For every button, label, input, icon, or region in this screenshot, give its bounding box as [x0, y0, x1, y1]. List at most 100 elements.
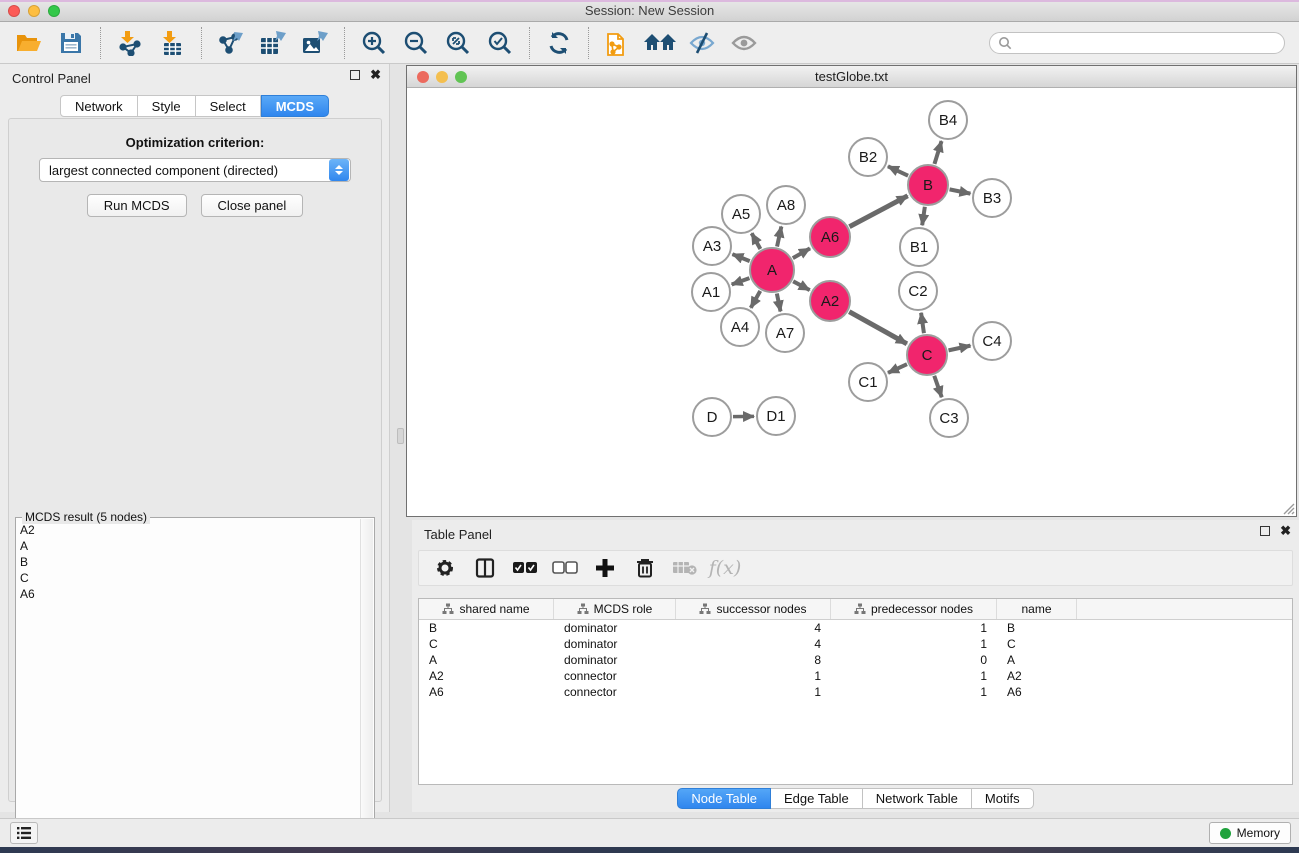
graph-node-A[interactable]: A	[750, 248, 794, 292]
resize-grip-icon[interactable]	[1281, 501, 1295, 515]
graph-node-A6[interactable]: A6	[810, 217, 850, 257]
show-columns-button[interactable]	[467, 553, 503, 583]
memory-button[interactable]: Memory	[1209, 822, 1291, 844]
edge-B-B2[interactable]	[888, 166, 908, 175]
edge-A-A3[interactable]	[732, 254, 749, 261]
edge-B-B3[interactable]	[950, 189, 971, 193]
graph-node-A2[interactable]: A2	[810, 281, 850, 321]
result-list-item[interactable]: B	[20, 554, 358, 570]
tab-motifs[interactable]: Motifs	[972, 788, 1034, 809]
edge-A6-B[interactable]	[849, 196, 907, 227]
graph-node-B[interactable]: B	[908, 165, 948, 205]
select-all-button[interactable]	[507, 553, 543, 583]
tab-network-table[interactable]: Network Table	[863, 788, 972, 809]
table-row[interactable]: Cdominator41C	[419, 636, 1292, 652]
zoom-in-button[interactable]	[353, 25, 395, 61]
graph-node-A3[interactable]: A3	[693, 227, 731, 265]
edge-A-A7[interactable]	[777, 294, 781, 312]
open-file-button[interactable]	[8, 25, 50, 61]
tab-network[interactable]: Network	[60, 95, 138, 117]
graph-node-A8[interactable]: A8	[767, 186, 805, 224]
result-scrollbar[interactable]	[360, 519, 373, 853]
run-mcds-button[interactable]: Run MCDS	[87, 194, 187, 217]
column-header-predecessor-nodes[interactable]: predecessor nodes	[831, 599, 997, 619]
close-table-panel-icon[interactable]: ✖	[1280, 526, 1291, 536]
deselect-all-button[interactable]	[547, 553, 583, 583]
graph-node-A4[interactable]: A4	[721, 308, 759, 346]
tab-mcds[interactable]: MCDS	[261, 95, 329, 117]
graph-node-A1[interactable]: A1	[692, 273, 730, 311]
zoom-out-button[interactable]	[395, 25, 437, 61]
tab-node-table[interactable]: Node Table	[677, 788, 771, 809]
graph-node-B4[interactable]: B4	[929, 101, 967, 139]
search-input[interactable]	[1017, 36, 1276, 50]
result-list-item[interactable]: A2	[20, 522, 358, 538]
graph-node-A7[interactable]: A7	[766, 314, 804, 352]
edge-A-A8[interactable]	[777, 227, 781, 247]
network-window-titlebar[interactable]: testGlobe.txt	[407, 66, 1296, 88]
edge-B-B4[interactable]	[934, 141, 941, 164]
edge-A-A5[interactable]	[752, 233, 761, 249]
graph-node-C3[interactable]: C3	[930, 399, 968, 437]
graph-node-A5[interactable]: A5	[722, 195, 760, 233]
close-panel-button[interactable]: Close panel	[201, 194, 304, 217]
import-table-button[interactable]	[151, 25, 193, 61]
table-row[interactable]: Adominator80A	[419, 652, 1292, 668]
edge-A-A4[interactable]	[751, 291, 760, 308]
column-header-shared-name[interactable]: shared name	[419, 599, 554, 619]
table-row[interactable]: Bdominator41B	[419, 620, 1292, 636]
graph-node-C[interactable]: C	[907, 335, 947, 375]
zoom-fit-button[interactable]	[437, 25, 479, 61]
edge-B-B1[interactable]	[922, 207, 925, 225]
graph-node-D[interactable]: D	[693, 398, 731, 436]
network-graph[interactable]: B4 B2 B B3 A8A5 A6 A3 B1 A A1 C2 A2 A4A7 C4 C C1 C3 D D1	[407, 88, 1296, 516]
edge-A-A1[interactable]	[732, 278, 750, 284]
result-list-item[interactable]: A6	[20, 586, 358, 602]
table-row[interactable]: A2connector11A2	[419, 668, 1292, 684]
float-table-panel-icon[interactable]	[1260, 526, 1270, 536]
column-header-successor-nodes[interactable]: successor nodes	[676, 599, 831, 619]
hide-graphics-details-button[interactable]	[681, 25, 723, 61]
zoom-selected-button[interactable]	[479, 25, 521, 61]
graph-node-D1[interactable]: D1	[757, 397, 795, 435]
node-table[interactable]: shared nameMCDS rolesuccessor nodesprede…	[418, 598, 1293, 785]
graph-node-C1[interactable]: C1	[849, 363, 887, 401]
show-graphics-details-button[interactable]	[723, 25, 765, 61]
tab-edge-table[interactable]: Edge Table	[771, 788, 863, 809]
add-column-button[interactable]	[587, 553, 623, 583]
delete-columns-button[interactable]	[627, 553, 663, 583]
column-header-name[interactable]: name	[997, 599, 1077, 619]
edge-C-C2[interactable]	[921, 313, 924, 333]
edge-A2-C[interactable]	[849, 312, 907, 344]
criterion-dropdown[interactable]: largest connected component (directed)	[39, 158, 351, 182]
graph-node-C4[interactable]: C4	[973, 322, 1011, 360]
mcds-result-list[interactable]: A2ABCA6	[20, 522, 358, 852]
edge-A-A6[interactable]	[793, 248, 810, 258]
edge-C-C1[interactable]	[888, 364, 907, 373]
network-canvas[interactable]: B4 B2 B B3 A8A5 A6 A3 B1 A A1 C2 A2 A4A7 C4 C C1 C3 D D1	[407, 88, 1296, 516]
save-session-button[interactable]	[50, 25, 92, 61]
result-list-item[interactable]: A	[20, 538, 358, 554]
panel-menu-button[interactable]	[10, 822, 38, 844]
graph-node-B3[interactable]: B3	[973, 179, 1011, 217]
new-network-from-selection-button[interactable]	[597, 25, 639, 61]
table-row[interactable]: A6connector11A6	[419, 684, 1292, 700]
import-network-button[interactable]	[109, 25, 151, 61]
edge-A-A2[interactable]	[793, 281, 810, 290]
export-image-button[interactable]	[294, 25, 336, 61]
edge-C-C4[interactable]	[949, 346, 971, 351]
birds-eye-view-button[interactable]	[639, 25, 681, 61]
graph-node-B1[interactable]: B1	[900, 228, 938, 266]
tab-select[interactable]: Select	[196, 95, 261, 117]
panel-splitter-handle[interactable]	[397, 428, 404, 444]
graph-node-B2[interactable]: B2	[849, 138, 887, 176]
column-header-MCDS-role[interactable]: MCDS role	[554, 599, 676, 619]
float-panel-icon[interactable]	[350, 70, 360, 80]
table-options-button[interactable]	[427, 553, 463, 583]
refresh-button[interactable]	[538, 25, 580, 61]
export-table-button[interactable]	[252, 25, 294, 61]
close-panel-icon[interactable]: ✖	[370, 70, 381, 80]
graph-node-C2[interactable]: C2	[899, 272, 937, 310]
edge-C-C3[interactable]	[934, 376, 941, 397]
export-network-button[interactable]	[210, 25, 252, 61]
